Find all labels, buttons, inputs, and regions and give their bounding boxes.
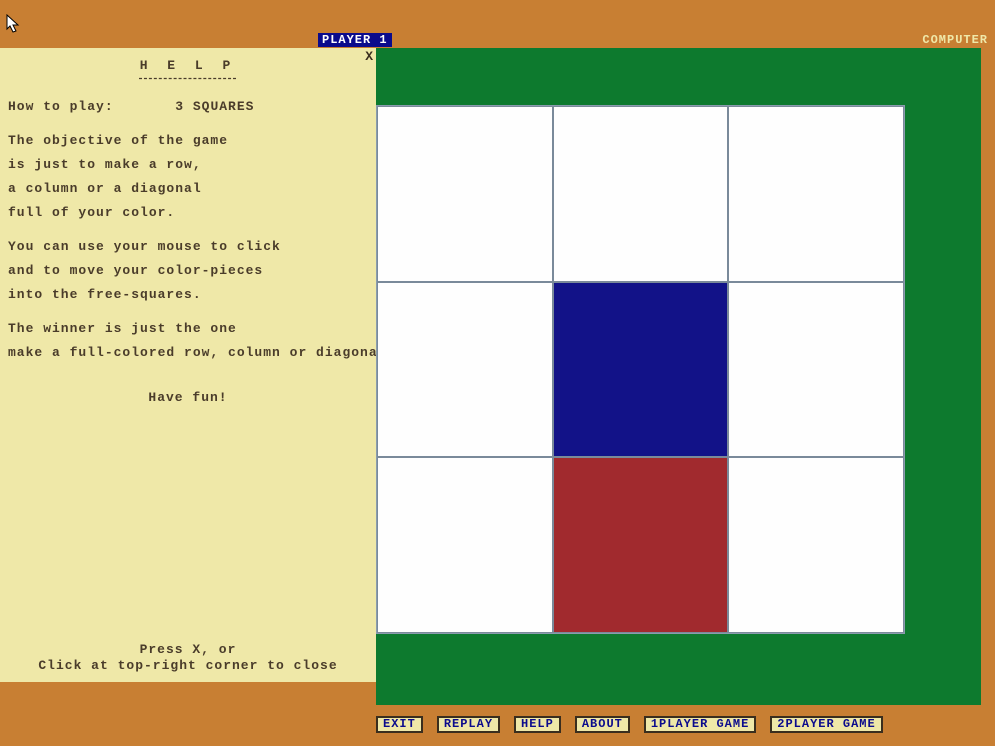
help-game-name: 3 SQUARES <box>175 99 254 114</box>
two-player-button[interactable]: 2PLAYER GAME <box>770 716 882 733</box>
game-board <box>376 105 905 634</box>
board-cell-1-2[interactable] <box>728 282 904 458</box>
cursor-icon <box>6 14 22 34</box>
help-button[interactable]: HELP <box>514 716 561 733</box>
game-area <box>376 48 981 705</box>
help-line: is just to make a row, <box>8 157 368 172</box>
board-cell-2-2[interactable] <box>728 457 904 633</box>
board-cell-0-1[interactable] <box>553 106 729 282</box>
help-line: full of your color. <box>8 205 368 220</box>
top-bar: PLAYER 1 COMPUTER <box>0 33 995 47</box>
board-cell-1-0[interactable] <box>377 282 553 458</box>
help-footer-line1: Press X, or <box>0 642 376 658</box>
close-icon[interactable]: X <box>365 49 373 64</box>
board-cell-2-1[interactable] <box>553 457 729 633</box>
help-panel: X H E L P How to play: 3 SQUARES The obj… <box>0 48 376 682</box>
board-cell-0-2[interactable] <box>728 106 904 282</box>
computer-label: COMPUTER <box>922 33 988 47</box>
help-line: The objective of the game <box>8 133 368 148</box>
player-label: PLAYER 1 <box>318 33 392 47</box>
help-line: into the free-squares. <box>8 287 368 302</box>
help-line: and to move your color-pieces <box>8 263 368 278</box>
help-howto: How to play: 3 SQUARES <box>8 99 368 114</box>
help-line: The winner is just the one <box>8 321 368 336</box>
one-player-button[interactable]: 1PLAYER GAME <box>644 716 756 733</box>
replay-button[interactable]: REPLAY <box>437 716 500 733</box>
about-button[interactable]: ABOUT <box>575 716 630 733</box>
board-cell-1-1[interactable] <box>553 282 729 458</box>
exit-button[interactable]: EXIT <box>376 716 423 733</box>
help-footer-line2: Click at top-right corner to close <box>0 658 376 674</box>
help-title: H E L P <box>8 58 368 73</box>
help-line: a column or a diagonal <box>8 181 368 196</box>
board-cell-2-0[interactable] <box>377 457 553 633</box>
help-howto-prefix: How to play: <box>8 99 114 114</box>
help-line: make a full-colored row, column or diago… <box>8 345 368 360</box>
button-bar: EXIT REPLAY HELP ABOUT 1PLAYER GAME 2PLA… <box>376 716 995 736</box>
board-cell-0-0[interactable] <box>377 106 553 282</box>
help-footer: Press X, or Click at top-right corner to… <box>0 642 376 675</box>
help-line: You can use your mouse to click <box>8 239 368 254</box>
help-fun: Have fun! <box>8 390 368 405</box>
